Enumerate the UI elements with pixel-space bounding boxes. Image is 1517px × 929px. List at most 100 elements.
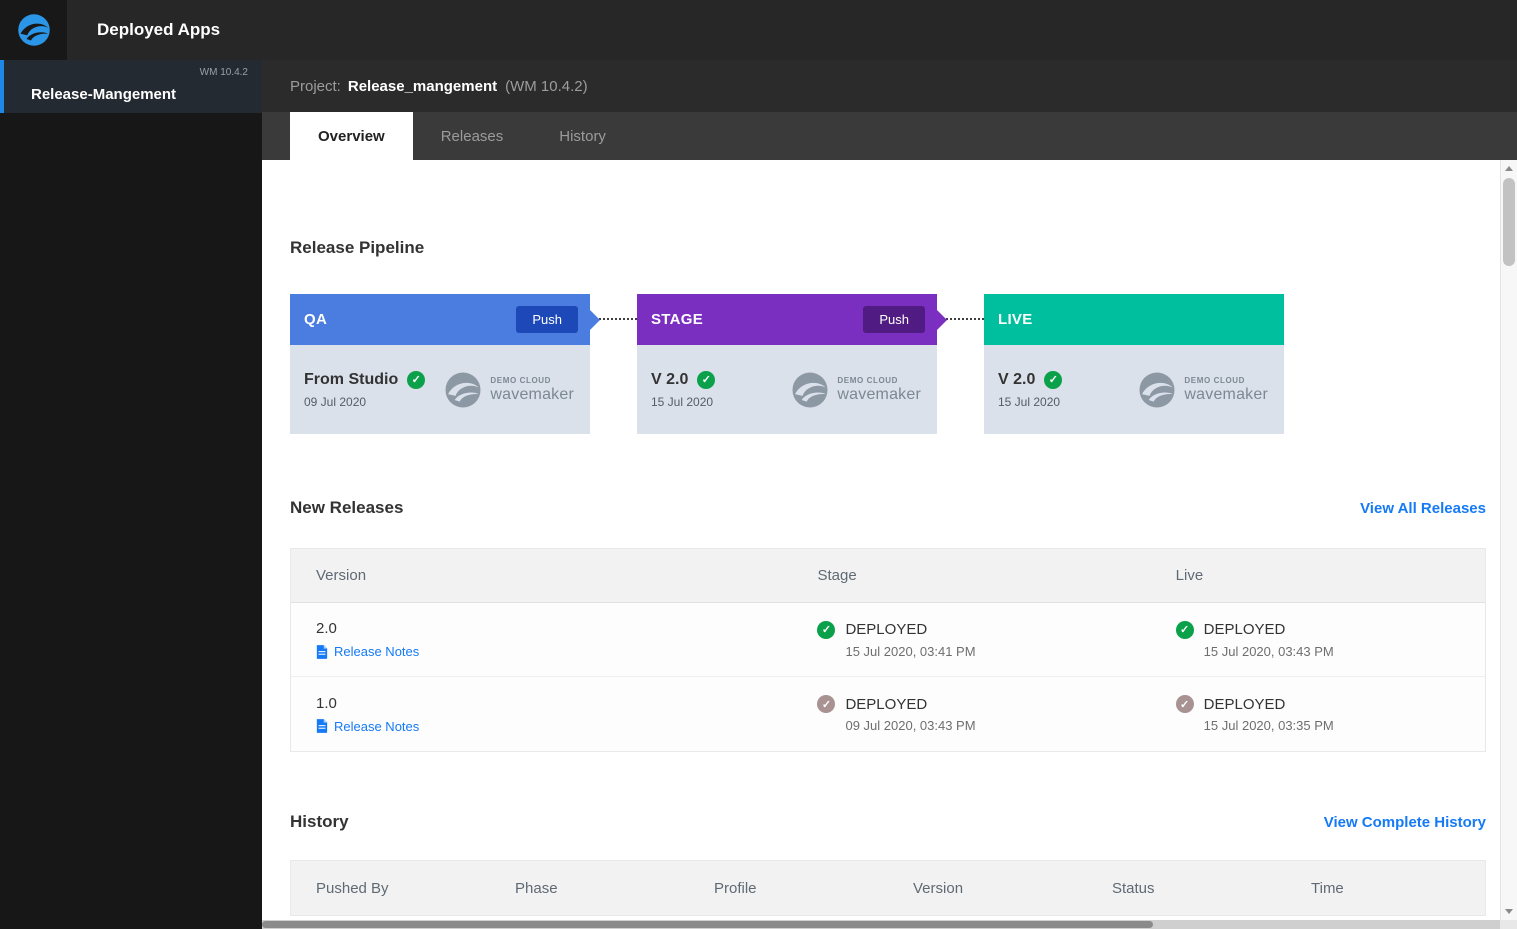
history-heading: History [290, 812, 349, 831]
wavemaker-logo-icon [17, 14, 50, 46]
release-notes-label: Release Notes [334, 718, 420, 734]
new-releases-table: Version Stage Live 2.0 Release Notes ✓ D… [290, 548, 1486, 752]
live-status: DEPLOYED [1203, 621, 1286, 638]
document-icon [316, 719, 328, 733]
topbar: Deployed Apps [0, 0, 1517, 60]
qa-stage-version: From Studio [304, 370, 399, 388]
main-content: Release Pipeline QA Push From Studio ✓ 0… [262, 160, 1500, 920]
scrollbar-corner [1500, 920, 1517, 929]
project-version: (WM 10.4.2) [505, 77, 588, 95]
column-header-stage: Stage [817, 567, 857, 584]
deployed-check-icon: ✓ [817, 620, 836, 639]
release-notes-link[interactable]: Release Notes [316, 644, 792, 659]
deployed-check-icon: ✓ [1175, 695, 1194, 713]
wavemaker-wave-icon [445, 372, 481, 407]
vertical-scrollbar-thumb[interactable] [1503, 178, 1515, 266]
pipeline-stage-live: LIVE V 2.0 ✓ 15 Jul 2020 DEMO CLOUD wave… [984, 294, 1284, 434]
horizontal-scrollbar-thumb[interactable] [262, 921, 1154, 928]
live-status-time: 15 Jul 2020, 03:43 PM [1203, 643, 1334, 659]
release-notes-label: Release Notes [334, 644, 420, 659]
column-header-version: Version [913, 879, 964, 897]
column-header-version: Version [316, 567, 367, 584]
brand-line2: wavemaker [837, 385, 921, 403]
project-name: Release_mangement [347, 77, 498, 95]
stage-status-time: 15 Jul 2020, 03:41 PM [845, 643, 976, 659]
stage-status-time: 09 Jul 2020, 03:43 PM [845, 718, 976, 733]
pipeline-stage-qa: QA Push From Studio ✓ 09 Jul 2020 DEMO C… [290, 294, 590, 434]
wavemaker-wave-icon [1139, 372, 1175, 407]
wavemaker-wave-icon [792, 372, 828, 407]
live-stage-date: 15 Jul 2020 [998, 394, 1061, 409]
live-stage-header: LIVE [984, 294, 1284, 345]
brand-line2: wavemaker [1184, 385, 1268, 403]
sidebar-item-release-management[interactable]: WM 10.4.2 Release-Mangement [0, 60, 262, 113]
qa-stage-body: From Studio ✓ 09 Jul 2020 DEMO CLOUD wav… [290, 345, 590, 434]
table-row: 2.0 Release Notes ✓ DEPLOYED 15 Jul 2020… [291, 603, 1485, 677]
history-table: Pushed By Phase Profile Version Status T… [290, 860, 1486, 916]
app-title: Deployed Apps [97, 20, 221, 39]
tab-history[interactable]: History [531, 112, 634, 160]
column-header-pushed-by: Pushed By [316, 879, 389, 897]
stage-status: DEPLOYED [845, 621, 928, 638]
history-table-header: Pushed By Phase Profile Version Status T… [291, 861, 1485, 915]
check-icon: ✓ [1044, 370, 1063, 389]
sidebar-item-version: WM 10.4.2 [199, 67, 248, 78]
demo-cloud-brand: DEMO CLOUD wavemaker [1137, 370, 1268, 410]
brand-line1: DEMO CLOUD [1184, 375, 1246, 385]
deployed-check-icon: ✓ [817, 695, 836, 713]
live-stage-name: LIVE [998, 311, 1033, 328]
stage-stage-name: STAGE [651, 311, 704, 328]
scroll-up-arrow[interactable] [1501, 160, 1517, 177]
wavemaker-logo [0, 0, 67, 60]
tab-releases[interactable]: Releases [413, 112, 532, 160]
project-prefix: Project: [290, 77, 341, 95]
brand-line2: wavemaker [490, 385, 574, 403]
horizontal-scrollbar[interactable] [262, 920, 1517, 929]
brand-line1: DEMO CLOUD [837, 375, 899, 385]
stage-stage-header: STAGE Push [637, 294, 937, 345]
sidebar-item-label: Release-Mangement [31, 86, 177, 103]
live-status-time: 15 Jul 2020, 03:35 PM [1203, 718, 1334, 733]
new-releases-heading: New Releases [290, 498, 404, 517]
deployed-check-icon: ✓ [1175, 620, 1194, 639]
qa-stage-header: QA Push [290, 294, 590, 345]
column-header-status: Status [1112, 879, 1155, 897]
release-notes-link[interactable]: Release Notes [316, 719, 792, 734]
view-complete-history-link[interactable]: View Complete History [1324, 814, 1486, 831]
project-header: Project: Release_mangement (WM 10.4.2) [262, 60, 1517, 112]
column-header-phase: Phase [515, 879, 558, 897]
stage-stage-version: V 2.0 [651, 370, 689, 388]
sidebar: WM 10.4.2 Release-Mangement [0, 60, 262, 929]
tabbar: Overview Releases History [262, 112, 1517, 160]
stage-stage-date: 15 Jul 2020 [651, 394, 714, 409]
new-releases-table-header: Version Stage Live [291, 549, 1485, 603]
column-header-profile: Profile [714, 879, 757, 897]
qa-push-button[interactable]: Push [516, 306, 578, 333]
release-version: 2.0 [316, 620, 337, 637]
live-stage-body: V 2.0 ✓ 15 Jul 2020 DEMO CLOUD wavemaker [984, 345, 1284, 434]
pipeline-stage-stage: STAGE Push V 2.0 ✓ 15 Jul 2020 DEMO CLOU… [637, 294, 937, 434]
app-root: Deployed Apps WM 10.4.2 Release-Mangemen… [0, 0, 1517, 929]
release-pipeline-heading: Release Pipeline [290, 238, 425, 257]
qa-stage-date: 09 Jul 2020 [304, 394, 367, 409]
scroll-down-arrow[interactable] [1501, 903, 1517, 920]
release-version: 1.0 [316, 694, 337, 712]
table-row: 1.0 Release Notes ✓ DEPLOYED 09 Jul 2020… [291, 677, 1485, 751]
check-icon: ✓ [697, 370, 716, 389]
live-status: DEPLOYED [1203, 695, 1286, 713]
brand-line1: DEMO CLOUD [490, 375, 552, 385]
stage-stage-body: V 2.0 ✓ 15 Jul 2020 DEMO CLOUD wavemaker [637, 345, 937, 434]
view-all-releases-link[interactable]: View All Releases [1360, 500, 1486, 517]
check-icon: ✓ [407, 370, 426, 389]
document-icon [316, 644, 328, 659]
stage-push-button[interactable]: Push [863, 306, 925, 333]
column-header-time: Time [1311, 879, 1344, 897]
demo-cloud-brand: DEMO CLOUD wavemaker [790, 370, 921, 410]
demo-cloud-brand: DEMO CLOUD wavemaker [443, 370, 574, 410]
vertical-scrollbar[interactable] [1500, 160, 1517, 920]
qa-stage-name: QA [304, 311, 328, 328]
tab-overview[interactable]: Overview [290, 112, 413, 160]
stage-status: DEPLOYED [845, 695, 928, 713]
live-stage-version: V 2.0 [998, 370, 1036, 388]
release-pipeline: QA Push From Studio ✓ 09 Jul 2020 DEMO C… [290, 294, 1486, 434]
